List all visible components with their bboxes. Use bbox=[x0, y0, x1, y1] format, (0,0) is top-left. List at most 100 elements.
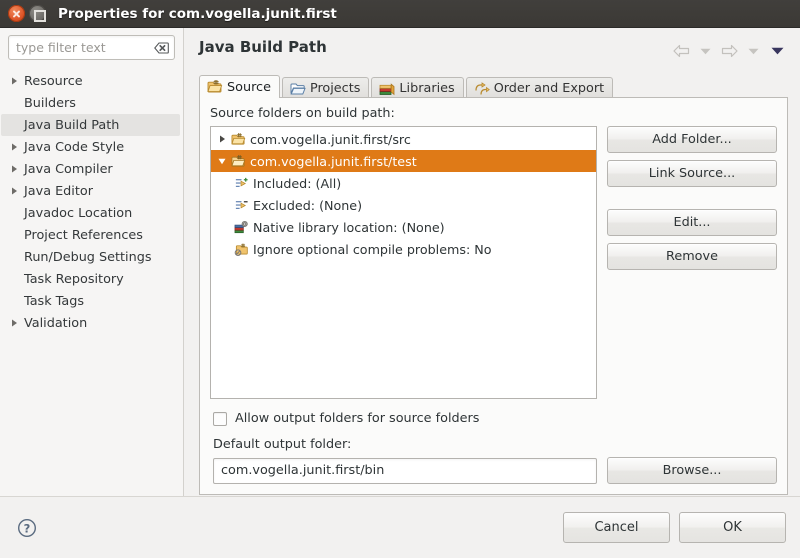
sidebar-item-javadoc-location[interactable]: Javadoc Location bbox=[1, 202, 180, 224]
view-menu-chevron-down-icon[interactable] bbox=[766, 42, 788, 60]
list-item[interactable]: com.vogella.junit.first/test bbox=[211, 150, 596, 172]
sidebar-item-java-code-style[interactable]: Java Code Style bbox=[1, 136, 180, 158]
exclude-filter-icon bbox=[233, 198, 250, 213]
content-pane: Java Build Path Source Projects Librarie… bbox=[184, 28, 800, 496]
sidebar-item-builders[interactable]: Builders bbox=[1, 92, 180, 114]
default-output-folder-row: com.vogella.junit.first/bin Browse... bbox=[210, 457, 777, 484]
sidebar-item-task-tags[interactable]: Task Tags bbox=[1, 290, 180, 312]
close-icon[interactable] bbox=[8, 5, 25, 22]
search-placeholder: type filter text bbox=[16, 40, 106, 55]
open-folder-icon bbox=[290, 83, 306, 94]
include-filter-icon bbox=[233, 176, 250, 191]
properties-dialog: Properties for com.vogella.junit.first t… bbox=[0, 0, 800, 558]
tab-bar: Source Projects Libraries Order and Expo… bbox=[194, 74, 790, 99]
back-arrow-icon[interactable] bbox=[670, 42, 692, 60]
tab-label: Source bbox=[227, 79, 271, 95]
sidebar-item-java-compiler[interactable]: Java Compiler bbox=[1, 158, 180, 180]
forward-arrow-icon[interactable] bbox=[718, 42, 740, 60]
ok-button[interactable]: OK bbox=[679, 512, 786, 543]
sidebar-item-label: Java Code Style bbox=[24, 139, 125, 155]
edit-button[interactable]: Edit... bbox=[607, 209, 777, 236]
expand-triangle-icon[interactable] bbox=[7, 77, 21, 85]
source-folder-icon bbox=[230, 154, 247, 169]
list-item[interactable]: Native library location: (None) bbox=[211, 216, 596, 238]
clear-icon[interactable] bbox=[154, 41, 169, 54]
source-folder-icon bbox=[207, 80, 223, 93]
sidebar-item-label: Javadoc Location bbox=[24, 205, 133, 221]
button-spacer bbox=[607, 194, 777, 202]
add-folder-button[interactable]: Add Folder... bbox=[607, 126, 777, 153]
sidebar-item-label: Java Build Path bbox=[24, 117, 120, 133]
order-arrows-icon bbox=[475, 81, 490, 95]
list-and-buttons: com.vogella.junit.first/src com.vogella.… bbox=[210, 126, 777, 399]
default-output-folder-label: Default output folder: bbox=[213, 437, 352, 452]
list-item-label: com.vogella.junit.first/src bbox=[250, 131, 411, 147]
collapse-triangle-icon[interactable] bbox=[214, 158, 230, 165]
sidebar-item-project-references[interactable]: Project References bbox=[1, 224, 180, 246]
sidebar-item-label: Builders bbox=[24, 95, 76, 111]
sidebar-item-task-repository[interactable]: Task Repository bbox=[1, 268, 180, 290]
native-library-icon bbox=[233, 220, 250, 235]
search-input[interactable]: type filter text bbox=[8, 35, 175, 60]
sidebar-item-resource[interactable]: Resource bbox=[1, 70, 180, 92]
expand-triangle-icon[interactable] bbox=[7, 165, 21, 173]
sidebar-item-label: Run/Debug Settings bbox=[24, 249, 152, 265]
sidebar-item-run-debug-settings[interactable]: Run/Debug Settings bbox=[1, 246, 180, 268]
list-item-label: com.vogella.junit.first/test bbox=[250, 153, 417, 169]
sidebar-item-java-editor[interactable]: Java Editor bbox=[1, 180, 180, 202]
tab-source[interactable]: Source bbox=[199, 75, 280, 98]
list-item-label: Excluded: (None) bbox=[253, 197, 363, 213]
list-item[interactable]: Ignore optional compile problems: No bbox=[211, 238, 596, 260]
help-icon[interactable]: ? bbox=[16, 517, 38, 539]
sidebar-item-label: Validation bbox=[24, 315, 88, 331]
default-output-folder-input[interactable]: com.vogella.junit.first/bin bbox=[213, 457, 597, 484]
expand-triangle-icon[interactable] bbox=[214, 135, 230, 143]
remove-button[interactable]: Remove bbox=[607, 243, 777, 270]
page-title: Java Build Path bbox=[199, 38, 327, 56]
tab-label: Libraries bbox=[399, 81, 455, 96]
dialog-footer: ? Cancel OK bbox=[0, 496, 800, 558]
sidebar-item-label: Project References bbox=[24, 227, 143, 243]
cancel-button[interactable]: Cancel bbox=[563, 512, 670, 543]
dialog-body: type filter text Resource Builders Java … bbox=[0, 28, 800, 496]
allow-output-folders-checkbox[interactable] bbox=[213, 411, 227, 426]
allow-output-folders-label: Allow output folders for source folders bbox=[235, 411, 480, 426]
sidebar-item-java-build-path[interactable]: Java Build Path bbox=[1, 114, 180, 136]
tab-libraries[interactable]: Libraries bbox=[371, 77, 464, 99]
expand-triangle-icon[interactable] bbox=[7, 143, 21, 151]
expand-triangle-icon[interactable] bbox=[7, 319, 21, 327]
sidebar-item-label: Java Editor bbox=[24, 183, 93, 199]
sidebar-item-label: Task Tags bbox=[24, 293, 85, 309]
chevron-down-icon[interactable] bbox=[742, 42, 764, 60]
ignore-problems-icon bbox=[233, 242, 250, 257]
list-item[interactable]: Included: (All) bbox=[211, 172, 596, 194]
source-folders-list[interactable]: com.vogella.junit.first/src com.vogella.… bbox=[210, 126, 597, 399]
list-item-label: Ignore optional compile problems: No bbox=[253, 241, 492, 257]
tab-order-and-export[interactable]: Order and Export bbox=[465, 77, 614, 99]
sidebar-item-label: Java Compiler bbox=[24, 161, 113, 177]
sidebar-tree: Resource Builders Java Build Path Java C… bbox=[0, 68, 183, 496]
source-buttons: Add Folder... Link Source... Edit... Rem… bbox=[607, 126, 777, 399]
title-bar: Properties for com.vogella.junit.first bbox=[0, 0, 800, 28]
sidebar-item-validation[interactable]: Validation bbox=[1, 312, 180, 334]
expand-triangle-icon[interactable] bbox=[7, 187, 21, 195]
tab-label: Order and Export bbox=[493, 81, 605, 96]
page-header: Java Build Path bbox=[194, 28, 790, 60]
source-folder-icon bbox=[230, 132, 247, 147]
list-item-label: Native library location: (None) bbox=[253, 219, 445, 235]
tab-projects[interactable]: Projects bbox=[281, 77, 370, 99]
chevron-down-icon[interactable] bbox=[694, 42, 716, 60]
list-item[interactable]: Excluded: (None) bbox=[211, 194, 596, 216]
maximize-icon[interactable] bbox=[29, 5, 46, 22]
navigation-toolbar bbox=[670, 38, 788, 60]
books-icon bbox=[380, 82, 395, 95]
list-item-label: Included: (All) bbox=[253, 175, 342, 191]
browse-button[interactable]: Browse... bbox=[607, 457, 777, 484]
allow-output-folders-row[interactable]: Allow output folders for source folders bbox=[210, 411, 777, 426]
sidebar-item-label: Task Repository bbox=[24, 271, 124, 287]
window-title: Properties for com.vogella.junit.first bbox=[58, 5, 337, 22]
source-folders-label: Source folders on build path: bbox=[210, 106, 395, 121]
tab-label: Projects bbox=[309, 81, 361, 96]
list-item[interactable]: com.vogella.junit.first/src bbox=[211, 128, 596, 150]
link-source-button[interactable]: Link Source... bbox=[607, 160, 777, 187]
